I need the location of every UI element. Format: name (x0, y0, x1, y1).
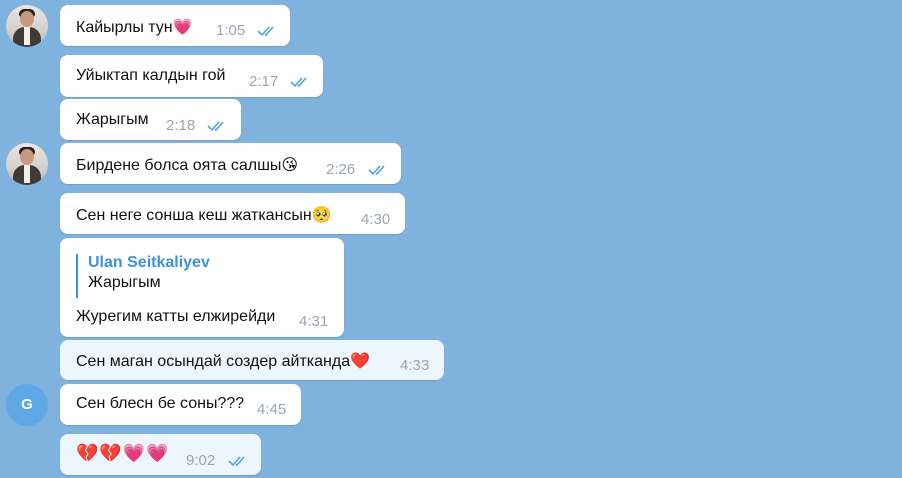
quoted-reply[interactable]: Ulan Seitkaliyev Жарыгым (76, 254, 210, 298)
message-text: Сен маган осындай создер айтканда❤️ (76, 351, 371, 370)
message-bubble[interactable]: Уйыктап калдын гой 2:17 (60, 55, 323, 97)
message-text: Журегим катты елжирейди (76, 308, 276, 325)
sender-avatar[interactable] (6, 143, 48, 185)
message-time: 4:31 (299, 313, 329, 330)
hearts-emoji-row: 💔💔💗💗 (76, 443, 170, 464)
message-text: Жарыгым (76, 111, 149, 128)
message-bubble[interactable]: Кайырлы тун💗 1:05 (60, 5, 290, 46)
message-bubble[interactable]: Сен блесн бе соны??? 4:45 (60, 384, 301, 425)
contact-avatar[interactable]: G (6, 384, 48, 426)
heart-emoji: 💗 (172, 17, 193, 36)
message-text: Бирдене болса оята салшы😘 (76, 155, 299, 174)
chat-messages-area: Кайырлы тун💗 1:05 Уйыктап калдын гой 2:1… (0, 0, 902, 478)
message-bubble[interactable]: Бирдене болса оята салшы😘 2:26 (60, 143, 401, 184)
message-time: 4:45 (257, 401, 287, 418)
message-text: Сен неге сонша кеш жаткансын🥺 (76, 205, 332, 224)
message-bubble[interactable]: Жарыгым 2:18 (60, 99, 241, 140)
sender-avatar[interactable] (6, 5, 48, 47)
double-check-icon (368, 165, 385, 176)
red-heart-emoji: ❤️ (350, 351, 371, 370)
kiss-emoji: 😘 (281, 155, 299, 174)
message-time: 4:33 (400, 357, 430, 374)
message-time: 1:05 (216, 22, 246, 39)
message-bubble[interactable]: Сен неге сонша кеш жаткансын🥺 4:30 (60, 193, 405, 234)
reply-text: Жарыгым (88, 274, 161, 291)
message-time: 2:26 (326, 161, 356, 178)
message-time: 2:17 (249, 73, 279, 90)
double-check-icon (228, 456, 245, 467)
double-check-icon (207, 121, 224, 132)
message-bubble[interactable]: 💔💔💗💗 9:02 (60, 434, 261, 475)
reply-message-bubble[interactable]: Ulan Seitkaliyev Жарыгым Журегим катты е… (60, 238, 344, 337)
double-check-icon (257, 26, 274, 37)
message-time: 2:18 (166, 117, 196, 134)
pleading-emoji: 🥺 (311, 205, 332, 224)
message-bubble[interactable]: Сен маган осындай создер айтканда❤️ 4:33 (60, 340, 444, 380)
message-text: Кайырлы тун💗 (76, 17, 193, 36)
message-text: Сен блесн бе соны??? (76, 395, 245, 412)
message-text: Уйыктап калдын гой (76, 67, 226, 84)
reply-author: Ulan Seitkaliyev (88, 254, 210, 271)
message-time: 9:02 (186, 452, 216, 469)
message-time: 4:30 (361, 211, 391, 228)
double-check-icon (290, 77, 307, 88)
